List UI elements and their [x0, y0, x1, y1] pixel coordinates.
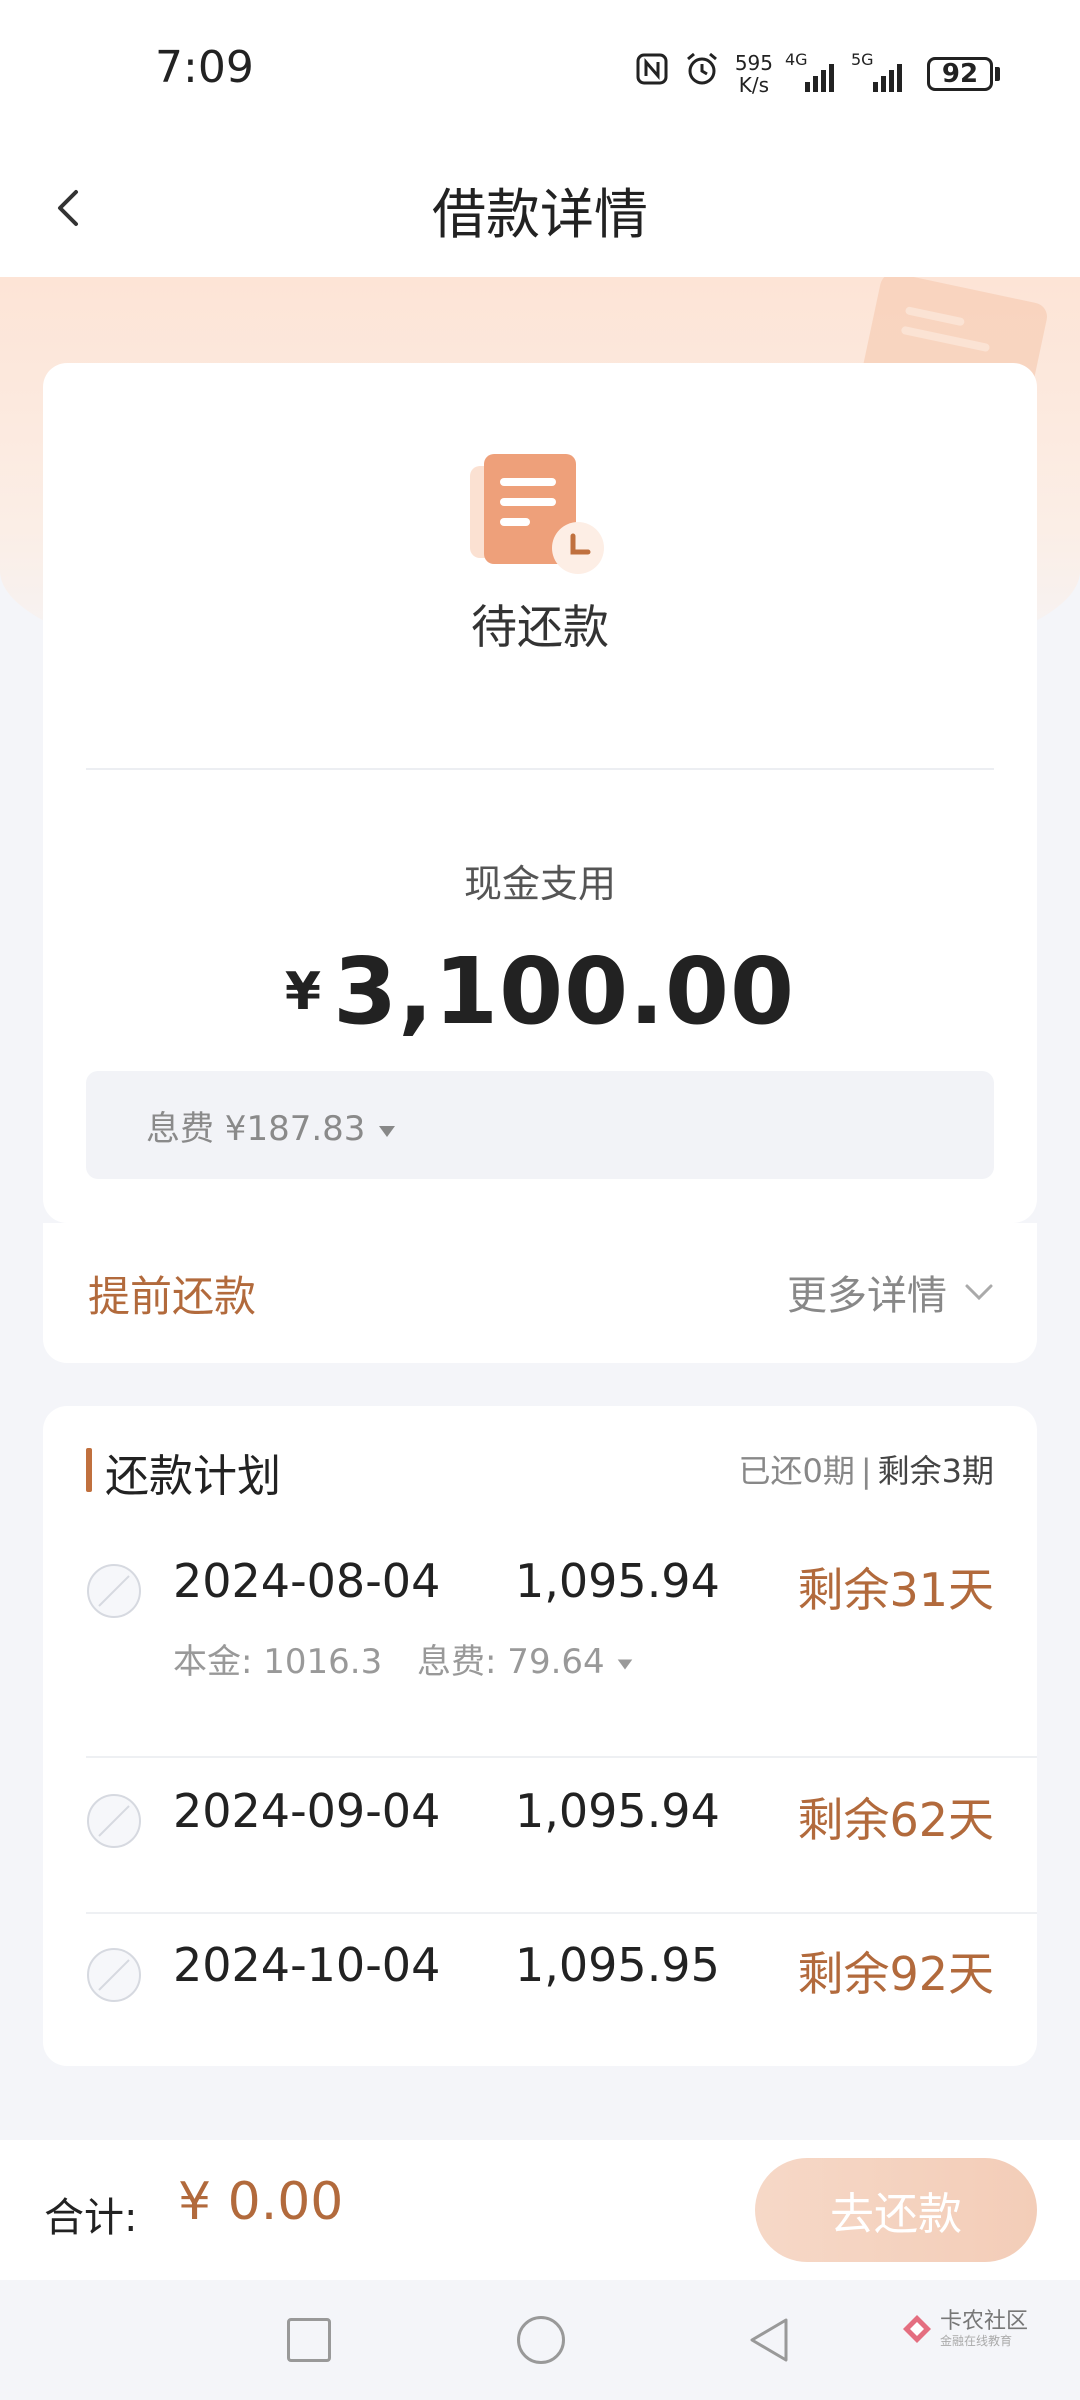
paid-periods: 已还0期: [738, 1452, 855, 1490]
row-divider: [86, 1912, 1037, 1914]
signal-bar: [873, 81, 878, 92]
watermark: 卡农社区 金融在线教育: [900, 2310, 1028, 2348]
plan-progress: 已还0期 | 剩余3期: [738, 1446, 994, 1492]
plan-row[interactable]: 2024-08-04 1,095.94 剩余31天 本金: 1016.3 息费:…: [43, 1554, 1037, 1754]
net-speed-unit: K/s: [738, 72, 770, 97]
row-divider: [86, 1756, 1037, 1758]
battery-icon: 92: [927, 56, 1000, 91]
plan-breakdown[interactable]: 本金: 1016.3 息费: 79.64: [173, 1634, 635, 1683]
signal-5g-icon: 5G: [851, 50, 913, 92]
page-title: 借款详情: [432, 183, 648, 246]
recent-apps-icon[interactable]: [287, 2318, 331, 2362]
unchecked-circle-icon[interactable]: [85, 1946, 143, 2004]
actions-row: 提前还款 更多详情: [43, 1223, 1037, 1363]
system-nav-bar: 卡农社区 金融在线教育: [0, 2280, 1080, 2400]
more-details-label: 更多详情: [787, 1273, 947, 1319]
currency-symbol: ¥: [284, 961, 322, 1022]
signal-bar: [813, 75, 818, 92]
nfc-icon: [635, 52, 669, 95]
signal-bar: [829, 63, 834, 92]
battery-level: 92: [927, 56, 993, 91]
fee-label: 息费 ¥187.83: [146, 1109, 366, 1149]
unchecked-circle-icon[interactable]: [85, 1562, 143, 1620]
battery-tip: [995, 66, 1000, 81]
plan-date: 2024-08-04: [173, 1554, 441, 1608]
status-time: 7:09: [155, 42, 254, 93]
caret-down-icon: [379, 1125, 396, 1137]
signal-4g-icon: 4G: [785, 50, 839, 92]
plan-amount: 1,095.95: [515, 1938, 720, 1992]
loan-status: 待还款: [471, 600, 609, 654]
signal-5g-label: 5G: [851, 49, 874, 69]
status-bar: 7:09 595 K/s 4G 5G 92: [0, 0, 1080, 140]
bottom-bar: 合计: ¥ 0.00 去还款: [0, 2140, 1080, 2280]
net-speed: 595 K/s: [735, 52, 773, 96]
signal-bar: [889, 69, 894, 92]
remaining-periods: 剩余3期: [877, 1452, 994, 1490]
nav-bar: 借款详情: [0, 140, 1080, 277]
plan-days-left: 剩余31天: [797, 1563, 994, 1617]
watermark-tagline: 金融在线教育: [940, 2334, 1013, 2348]
unchecked-circle-icon[interactable]: [85, 1792, 143, 1850]
prepay-button[interactable]: 提前还款: [88, 1263, 256, 1324]
plan-amount: 1,095.94: [515, 1784, 720, 1838]
signal-4g-label: 4G: [785, 49, 808, 69]
plan-row[interactable]: 2024-09-04 1,095.94 剩余62天: [43, 1784, 1037, 1884]
watermark-text: 卡农社区 金融在线教育: [940, 2309, 1029, 2349]
plan-title: 还款计划: [105, 1451, 281, 1502]
loan-summary-card: 待还款 现金支用 ¥3,100.00 息费 ¥187.83: [43, 363, 1037, 1223]
fee-row: 息费 ¥187.83: [146, 1101, 398, 1150]
signal-bar: [897, 63, 902, 92]
loan-purpose: 现金支用: [463, 862, 616, 906]
plan-row[interactable]: 2024-10-04 1,095.95 剩余92天: [43, 1938, 1037, 2038]
loan-amount: ¥3,100.00: [43, 938, 1037, 1045]
repay-button[interactable]: 去还款: [755, 2158, 1037, 2262]
back-triangle-icon[interactable]: [746, 2316, 792, 2364]
plan-date: 2024-10-04: [173, 1938, 441, 1992]
total-label: 合计:: [44, 2195, 138, 2241]
plan-days-left: 剩余92天: [797, 1947, 994, 2001]
repayment-plan-card: 还款计划 已还0期 | 剩余3期 2024-08-04 1,095.94 剩余31天…: [43, 1406, 1037, 2066]
signal-bar: [805, 81, 810, 92]
document-clock-icon: [470, 454, 604, 574]
divider: [86, 768, 994, 770]
signal-bar: [881, 75, 886, 92]
section-accent-bar: [86, 1448, 92, 1492]
more-details-button[interactable]: 更多详情: [787, 1263, 997, 1321]
caret-down-icon: [618, 1658, 633, 1669]
watermark-name: 卡农社区: [940, 2309, 1029, 2334]
status-icons: 595 K/s 4G 5G 92: [635, 50, 1000, 97]
total-value: ¥ 0.00: [178, 2172, 344, 2232]
plan-date: 2024-09-04: [173, 1784, 441, 1838]
chevron-down-icon: [965, 1284, 993, 1301]
principal-label: 本金: 1016.3: [173, 1642, 383, 1682]
meta-separator: |: [860, 1452, 872, 1490]
watermark-logo-icon: [903, 2315, 931, 2343]
plan-amount: 1,095.94: [515, 1554, 720, 1608]
plan-days-left: 剩余62天: [797, 1793, 994, 1847]
fee-dropdown[interactable]: 息费 ¥187.83: [86, 1071, 994, 1179]
signal-bar: [821, 69, 826, 92]
home-icon[interactable]: [517, 2316, 565, 2364]
alarm-icon: [683, 50, 721, 97]
amount-value: 3,100.00: [333, 938, 796, 1045]
net-speed-value: 595: [734, 50, 773, 75]
interest-label: 息费: 79.64: [417, 1642, 605, 1682]
